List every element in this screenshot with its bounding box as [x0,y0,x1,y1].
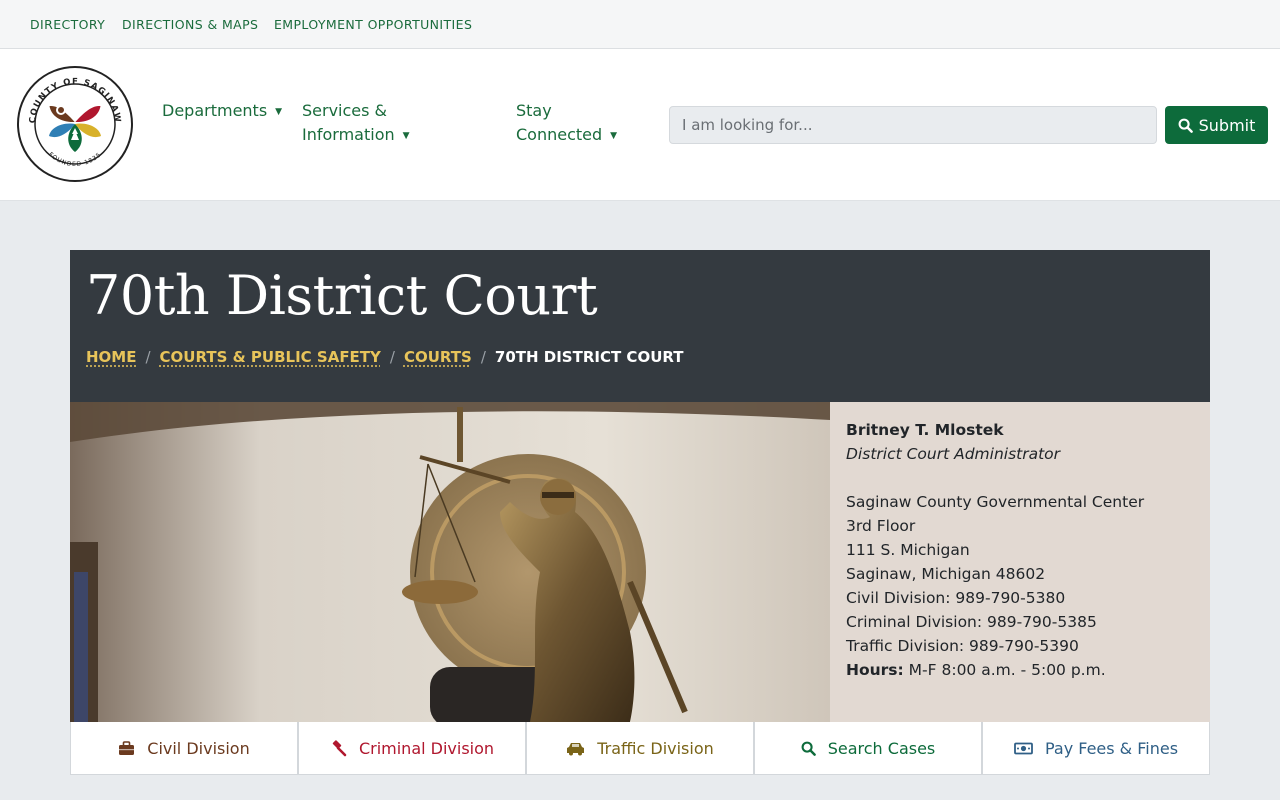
quick-link-search-cases[interactable]: Search Cases [754,722,982,775]
breadcrumb-current: 70TH DISTRICT COURT [494,348,684,366]
search-icon [1178,118,1193,133]
breadcrumb: HOME / COURTS & PUBLIC SAFETY / COURTS /… [86,348,683,366]
breadcrumb-separator: / [480,348,486,366]
page-title: 70th District Court [86,264,598,327]
page-title-band: 70th District Court HOME / COURTS & PUBL… [70,250,1210,402]
address-city: Saginaw, Michigan 48602 [846,565,1046,583]
caret-down-icon: ▼ [275,107,283,117]
caret-down-icon: ▼ [610,131,618,141]
site-header: COUNTY OF SAGINAW FOUNDED 1835 Departmen… [0,49,1280,201]
county-seal-logo[interactable]: COUNTY OF SAGINAW FOUNDED 1835 [16,65,134,183]
quick-link-civil-division[interactable]: Civil Division [70,722,298,775]
nav-departments-label: Departments [162,101,268,120]
search-icon [801,741,816,756]
hours-value: M-F 8:00 a.m. - 5:00 p.m. [908,661,1106,679]
nav-departments[interactable]: Departments ▼ [162,99,282,124]
caret-down-icon: ▼ [402,131,410,141]
quick-link-traffic-division[interactable]: Traffic Division [526,722,754,775]
submit-button[interactable]: Submit [1165,106,1268,144]
phone-traffic: Traffic Division: 989-790-5390 [846,637,1079,655]
quick-link-label: Criminal Division [358,738,495,758]
nav-services-label-line2: Information [302,125,395,144]
address-street: 111 S. Michigan [846,541,970,559]
utility-link-directions[interactable]: DIRECTIONS & MAPS [122,17,258,32]
breadcrumb-separator: / [389,348,395,366]
breadcrumb-courts-public-safety[interactable]: COURTS & PUBLIC SAFETY [160,348,381,366]
search-input[interactable] [669,106,1157,144]
quick-link-label: Civil Division [147,738,250,758]
quick-links: Civil Division Criminal Division Traffic… [70,722,1210,775]
money-icon [1014,742,1033,754]
contact-info-panel: Britney T. Mlostek District Court Admini… [830,402,1210,722]
county-seal-icon: COUNTY OF SAGINAW FOUNDED 1835 [17,66,133,182]
breadcrumb-separator: / [145,348,151,366]
lady-justice-photo [70,402,830,722]
gavel-icon [332,739,347,756]
address-floor: 3rd Floor [846,517,916,535]
quick-link-criminal-division[interactable]: Criminal Division [298,722,526,775]
utility-link-directory[interactable]: DIRECTORY [30,17,105,32]
quick-link-label: Search Cases [827,738,936,758]
quick-link-label: Traffic Division [597,738,714,758]
submit-label: Submit [1198,115,1256,135]
hours-label: Hours: [846,661,904,679]
breadcrumb-courts[interactable]: COURTS [404,348,472,366]
office-hours: Hours: M-F 8:00 a.m. - 5:00 p.m. [846,658,1194,682]
nav-stay-label-line2: Connected [516,125,603,144]
utility-bar: DIRECTORY DIRECTIONS & MAPS EMPLOYMENT O… [0,0,1280,49]
nav-stay-connected[interactable]: Stay Connected ▼ [516,99,617,148]
phone-civil: Civil Division: 989-790-5380 [846,589,1066,607]
quick-link-label: Pay Fees & Fines [1044,738,1179,758]
nav-services[interactable]: Services & Information ▼ [302,99,410,148]
administrator-role: District Court Administrator [846,445,1061,463]
utility-link-employment[interactable]: EMPLOYMENT OPPORTUNITIES [274,17,472,32]
address-building: Saginaw County Governmental Center [846,493,1145,511]
quick-link-pay-fees[interactable]: Pay Fees & Fines [982,722,1210,775]
phone-criminal: Criminal Division: 989-790-5385 [846,613,1097,631]
nav-services-label-line1: Services & [302,101,388,120]
administrator-name: Britney T. Mlostek [846,421,1004,439]
breadcrumb-home[interactable]: HOME [86,348,136,366]
nav-stay-label-line1: Stay [516,101,552,120]
car-icon [567,742,585,755]
briefcase-icon [119,740,135,755]
